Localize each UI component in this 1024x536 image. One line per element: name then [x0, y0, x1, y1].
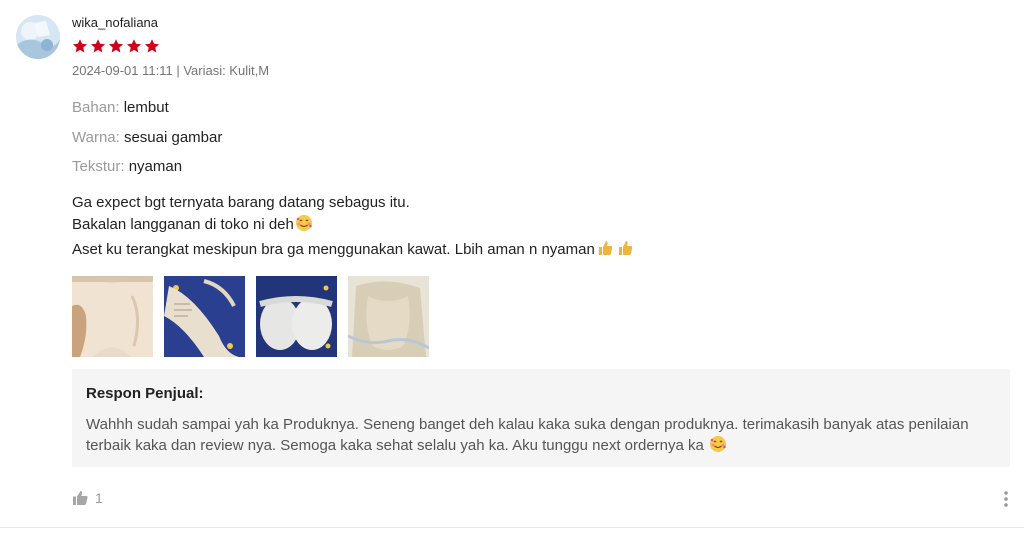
review-photos [72, 276, 429, 357]
review-photo[interactable] [72, 276, 153, 357]
more-vertical-icon [1004, 491, 1008, 507]
thumbs-up-emoji-icon [596, 239, 633, 264]
like-count: 1 [95, 490, 103, 506]
seller-response-text: Wahhh sudah sampai yah ka Produknya. Sen… [86, 415, 986, 459]
review-meta: 2024-09-01 11:11 | Variasi: Kulit,M [72, 63, 270, 78]
seller-response: Respon Penjual: Wahhh sudah sampai yah k… [72, 369, 1010, 467]
attribute-label: Bahan: [72, 99, 120, 116]
attribute-warna: Warna: sesuai gambar [72, 128, 222, 158]
smiling-face-with-hearts-icon [295, 214, 313, 239]
attribute-label: Tekstur: [72, 158, 125, 175]
star-icon [127, 39, 141, 53]
star-icon [145, 39, 159, 53]
smiling-face-with-hearts-icon [709, 435, 727, 459]
attribute-value: lembut [123, 99, 169, 116]
seller-response-title: Respon Penjual: [86, 385, 204, 402]
avatar[interactable] [16, 15, 60, 59]
attribute-value: nyaman [128, 158, 183, 175]
more-options-button[interactable] [1002, 490, 1010, 508]
review-photo[interactable] [348, 276, 429, 357]
review-text: Ga expect bgt ternyata barang datang seb… [72, 192, 972, 264]
review-line: Bakalan langganan di toko ni deh [72, 214, 972, 239]
review-line: Aset ku terangkat meskipun bra ga menggu… [72, 239, 972, 264]
like-button[interactable]: 1 [72, 490, 103, 506]
star-icon [109, 39, 123, 53]
divider [0, 527, 1024, 528]
username[interactable]: wika_nofaliana [72, 15, 158, 30]
star-icon [73, 39, 87, 53]
review-attributes: Bahan: lembut Warna: sesuai gambar Tekst… [72, 98, 222, 187]
thumbs-up-icon [73, 491, 88, 505]
review-photo[interactable] [164, 276, 245, 357]
attribute-bahan: Bahan: lembut [72, 98, 222, 128]
star-rating [72, 38, 160, 54]
review-photo[interactable] [256, 276, 337, 357]
review-line: Ga expect bgt ternyata barang datang seb… [72, 194, 410, 211]
star-icon [91, 39, 105, 53]
attribute-value: sesuai gambar [123, 128, 223, 146]
attribute-label: Warna: [72, 128, 120, 146]
attribute-tekstur: Tekstur: nyaman [72, 157, 222, 187]
